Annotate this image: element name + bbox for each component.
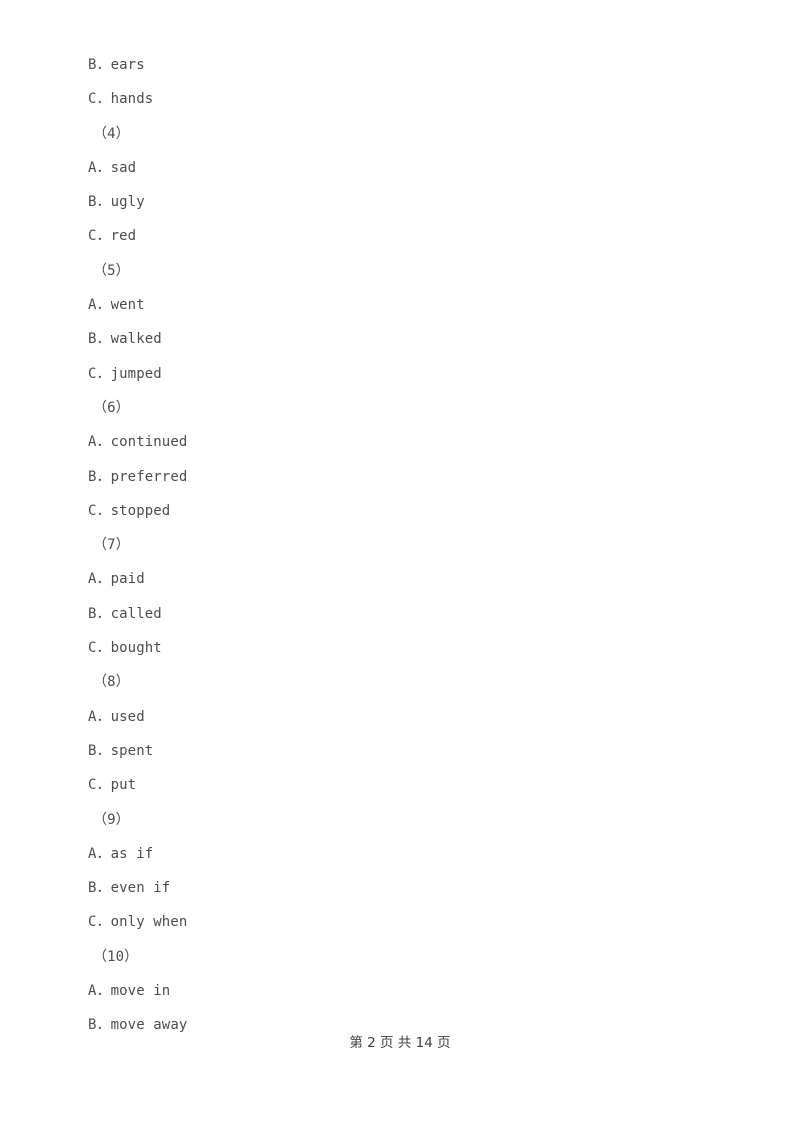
answer-option: C．red bbox=[88, 228, 137, 245]
answer-option: B．spent bbox=[88, 742, 154, 759]
answer-option: C．only when bbox=[88, 914, 188, 931]
question-number: （5） bbox=[93, 262, 130, 279]
question-number: （8） bbox=[93, 674, 130, 691]
answer-option: C．hands bbox=[88, 91, 154, 108]
answer-option: C．stopped bbox=[88, 502, 171, 519]
answer-option: A．move in bbox=[88, 983, 171, 1000]
answer-option: A．used bbox=[88, 708, 145, 725]
answer-option: A．went bbox=[88, 297, 145, 314]
answer-option: C．jumped bbox=[88, 365, 162, 382]
question-options-list: B．ears C．hands （4） A．sad B．ugly C．red （5） A．wen… bbox=[88, 48, 748, 1043]
answer-option: A．continued bbox=[88, 434, 188, 451]
answer-option: A．sad bbox=[88, 159, 137, 176]
answer-option: B．walked bbox=[88, 331, 162, 348]
question-number: （4） bbox=[93, 125, 130, 142]
answer-option: C．bought bbox=[88, 640, 162, 657]
answer-option: C．put bbox=[88, 777, 137, 794]
question-number: （7） bbox=[93, 537, 130, 554]
question-number: （6） bbox=[93, 399, 130, 416]
answer-option: B．preferred bbox=[88, 468, 188, 485]
answer-option: B．ears bbox=[88, 57, 145, 73]
page-footer: 第 2 页 共 14 页 bbox=[349, 1035, 451, 1051]
document-page: B．ears C．hands （4） A．sad B．ugly C．red （5） A．wen… bbox=[0, 0, 800, 1132]
question-number: （9） bbox=[93, 811, 130, 828]
question-number: （10） bbox=[93, 948, 139, 965]
answer-option: A．as if bbox=[88, 845, 154, 862]
answer-option: A．paid bbox=[88, 571, 145, 588]
answer-option: B．ugly bbox=[88, 194, 145, 211]
answer-option: B．even if bbox=[88, 880, 171, 897]
answer-option: B．called bbox=[88, 605, 162, 622]
